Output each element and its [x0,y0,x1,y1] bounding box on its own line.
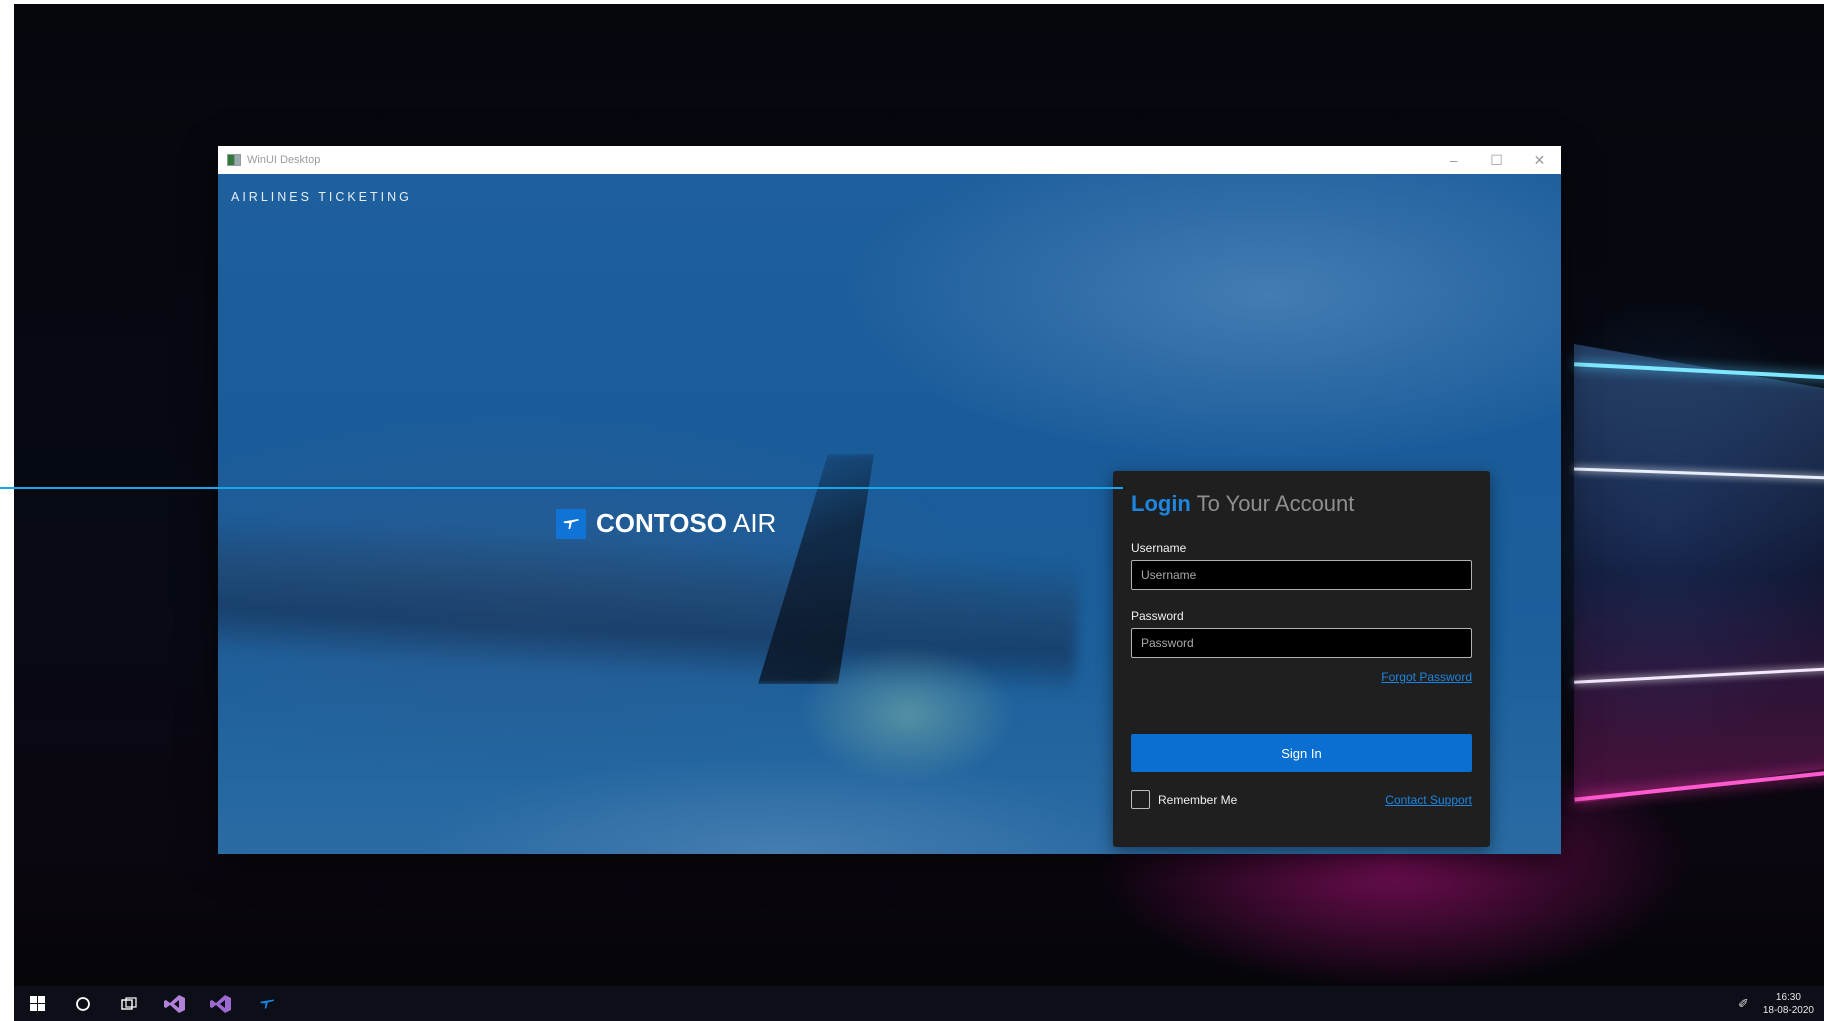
login-options-row: Remember Me Contact Support [1131,790,1472,809]
logo-text-light: AIR [732,508,777,538]
taskbar: ✐ 16:30 18-08-2020 [14,986,1824,1021]
username-label: Username [1131,541,1187,555]
search-circle-icon[interactable] [60,986,106,1021]
login-heading: Login To Your Account [1131,491,1472,517]
app-content: AIRLINES TICKETING CONTOSO AIR Login To Y… [218,174,1561,854]
remember-me-checkbox[interactable] [1131,790,1150,809]
sign-in-button[interactable]: Sign In [1131,734,1472,772]
windows-start-icon[interactable] [14,986,60,1021]
system-tray: ✐ 16:30 18-08-2020 [1738,986,1824,1021]
maximize-button[interactable]: ☐ [1475,146,1518,174]
clock-time: 16:30 [1775,991,1801,1003]
minimize-button[interactable]: – [1432,146,1475,174]
password-label: Password [1131,609,1184,623]
airplane-icon [556,508,586,539]
login-heading-rest: To Your Account [1196,491,1355,516]
password-input[interactable] [1131,628,1472,658]
contoso-air-logo: CONTOSO AIR [556,508,776,539]
window-controls: – ☐ ✕ [1432,146,1561,174]
login-card: Login To Your Account Username Password … [1113,471,1490,847]
clock-date: 18-08-2020 [1762,1004,1814,1016]
background-runway-glow [798,644,1018,784]
focus-guide-line [0,487,1123,489]
close-button[interactable]: ✕ [1518,146,1561,174]
contact-support-link[interactable]: Contact Support [1385,793,1472,807]
taskbar-clock[interactable]: 16:30 18-08-2020 [1763,991,1814,1017]
window-title: WinUI Desktop [247,154,321,166]
app-window-icon [227,154,241,166]
login-heading-accent: Login [1131,491,1191,516]
pen-icon[interactable]: ✐ [1738,996,1749,1012]
forgot-password-link[interactable]: Forgot Password [1131,670,1472,684]
app-brand-title: AIRLINES TICKETING [231,190,412,204]
contoso-air-app-icon[interactable] [244,986,290,1021]
window-titlebar[interactable]: WinUI Desktop – ☐ ✕ [218,146,1561,174]
task-view-icon[interactable] [106,986,152,1021]
app-window: WinUI Desktop – ☐ ✕ AIRLINES TICKETING C… [218,146,1561,854]
username-input[interactable] [1131,560,1472,590]
logo-text-bold: CONTOSO [596,508,727,538]
logo-text: CONTOSO AIR [596,508,776,539]
visual-studio-icon[interactable] [152,986,198,1021]
wallpaper-light-beam [1574,344,1824,804]
remember-me-label: Remember Me [1158,792,1238,807]
visual-studio-icon[interactable] [198,986,244,1021]
